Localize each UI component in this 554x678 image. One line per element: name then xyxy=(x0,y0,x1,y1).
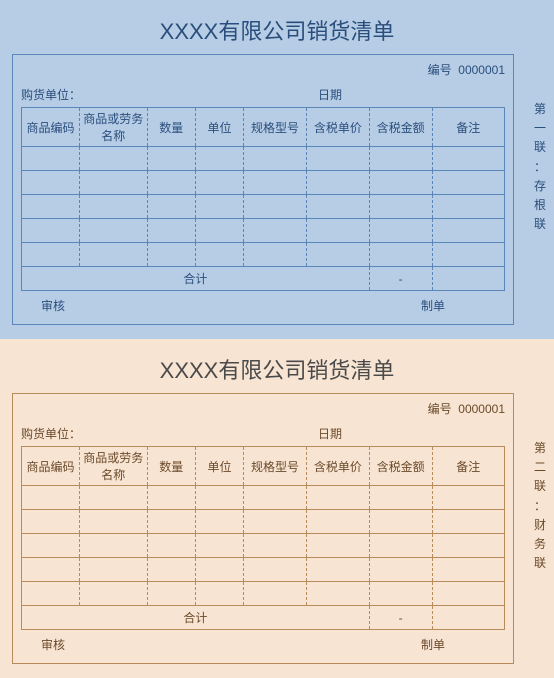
col-remark: 备注 xyxy=(432,108,505,147)
col-code: 商品编码 xyxy=(22,108,80,147)
col-code: 商品编码 xyxy=(22,447,80,486)
table-row xyxy=(22,195,505,219)
invoice-frame: 编号 0000001 购货单位： 日期 商品编码 商品或劳务名称 数量 单位 规… xyxy=(12,54,514,325)
auditor-label: 审核 xyxy=(41,636,243,653)
col-price: 含税单价 xyxy=(306,447,369,486)
col-name: 商品或劳务名称 xyxy=(79,447,147,486)
table-header-row: 商品编码 商品或劳务名称 数量 单位 规格型号 含税单价 含税金额 备注 xyxy=(22,447,505,486)
copy-side-label: 第 二 联 ： 财 务 联 xyxy=(530,439,550,573)
meta-row: 购货单位： 日期 xyxy=(21,82,505,107)
col-unit: 单位 xyxy=(195,108,243,147)
total-amount: - xyxy=(369,267,432,291)
table-header-row: 商品编码 商品或劳务名称 数量 单位 规格型号 含税单价 含税金额 备注 xyxy=(22,108,505,147)
col-qty: 数量 xyxy=(147,447,195,486)
date-label: 日期 xyxy=(208,425,505,442)
preparer-label: 制单 xyxy=(243,636,485,653)
buyer-label: 购货单位： xyxy=(21,425,208,442)
col-remark: 备注 xyxy=(432,447,505,486)
footer-row: 审核 制单 xyxy=(21,291,505,316)
total-label: 合计 xyxy=(22,267,370,291)
invoice-copy-2: XXXX有限公司销货清单 编号 0000001 购货单位： 日期 商品编码 商品… xyxy=(0,339,554,678)
table-row xyxy=(22,147,505,171)
copy-side-label: 第 一 联 ： 存 根 联 xyxy=(530,100,550,234)
meta-row: 购货单位： 日期 xyxy=(21,421,505,446)
auditor-label: 审核 xyxy=(41,297,243,314)
number-value: 0000001 xyxy=(458,402,505,416)
col-amount: 含税金额 xyxy=(369,108,432,147)
total-amount: - xyxy=(369,606,432,630)
number-row: 编号 0000001 xyxy=(21,61,505,82)
col-spec: 规格型号 xyxy=(244,447,307,486)
total-remark xyxy=(432,606,505,630)
invoice-title: XXXX有限公司销货清单 xyxy=(8,347,546,393)
table-row xyxy=(22,558,505,582)
total-row: 合计 - xyxy=(22,606,505,630)
number-label: 编号 xyxy=(428,63,452,77)
total-remark xyxy=(432,267,505,291)
table-row xyxy=(22,243,505,267)
col-price: 含税单价 xyxy=(306,108,369,147)
col-amount: 含税金额 xyxy=(369,447,432,486)
col-spec: 规格型号 xyxy=(244,108,307,147)
footer-row: 审核 制单 xyxy=(21,630,505,655)
invoice-title: XXXX有限公司销货清单 xyxy=(8,8,546,54)
date-label: 日期 xyxy=(208,86,505,103)
total-row: 合计 - xyxy=(22,267,505,291)
col-unit: 单位 xyxy=(195,447,243,486)
table-row xyxy=(22,171,505,195)
total-label: 合计 xyxy=(22,606,370,630)
number-label: 编号 xyxy=(428,402,452,416)
number-value: 0000001 xyxy=(458,63,505,77)
table-row xyxy=(22,510,505,534)
invoice-frame: 编号 0000001 购货单位： 日期 商品编码 商品或劳务名称 数量 单位 规… xyxy=(12,393,514,664)
items-table: 商品编码 商品或劳务名称 数量 单位 规格型号 含税单价 含税金额 备注 合计 xyxy=(21,446,505,630)
number-row: 编号 0000001 xyxy=(21,400,505,421)
table-row xyxy=(22,582,505,606)
col-name: 商品或劳务名称 xyxy=(79,108,147,147)
table-row xyxy=(22,534,505,558)
invoice-copy-1: XXXX有限公司销货清单 编号 0000001 购货单位： 日期 商品编码 商品… xyxy=(0,0,554,339)
table-row xyxy=(22,486,505,510)
buyer-label: 购货单位： xyxy=(21,86,208,103)
items-table: 商品编码 商品或劳务名称 数量 单位 规格型号 含税单价 含税金额 备注 合计 xyxy=(21,107,505,291)
preparer-label: 制单 xyxy=(243,297,485,314)
table-row xyxy=(22,219,505,243)
col-qty: 数量 xyxy=(147,108,195,147)
